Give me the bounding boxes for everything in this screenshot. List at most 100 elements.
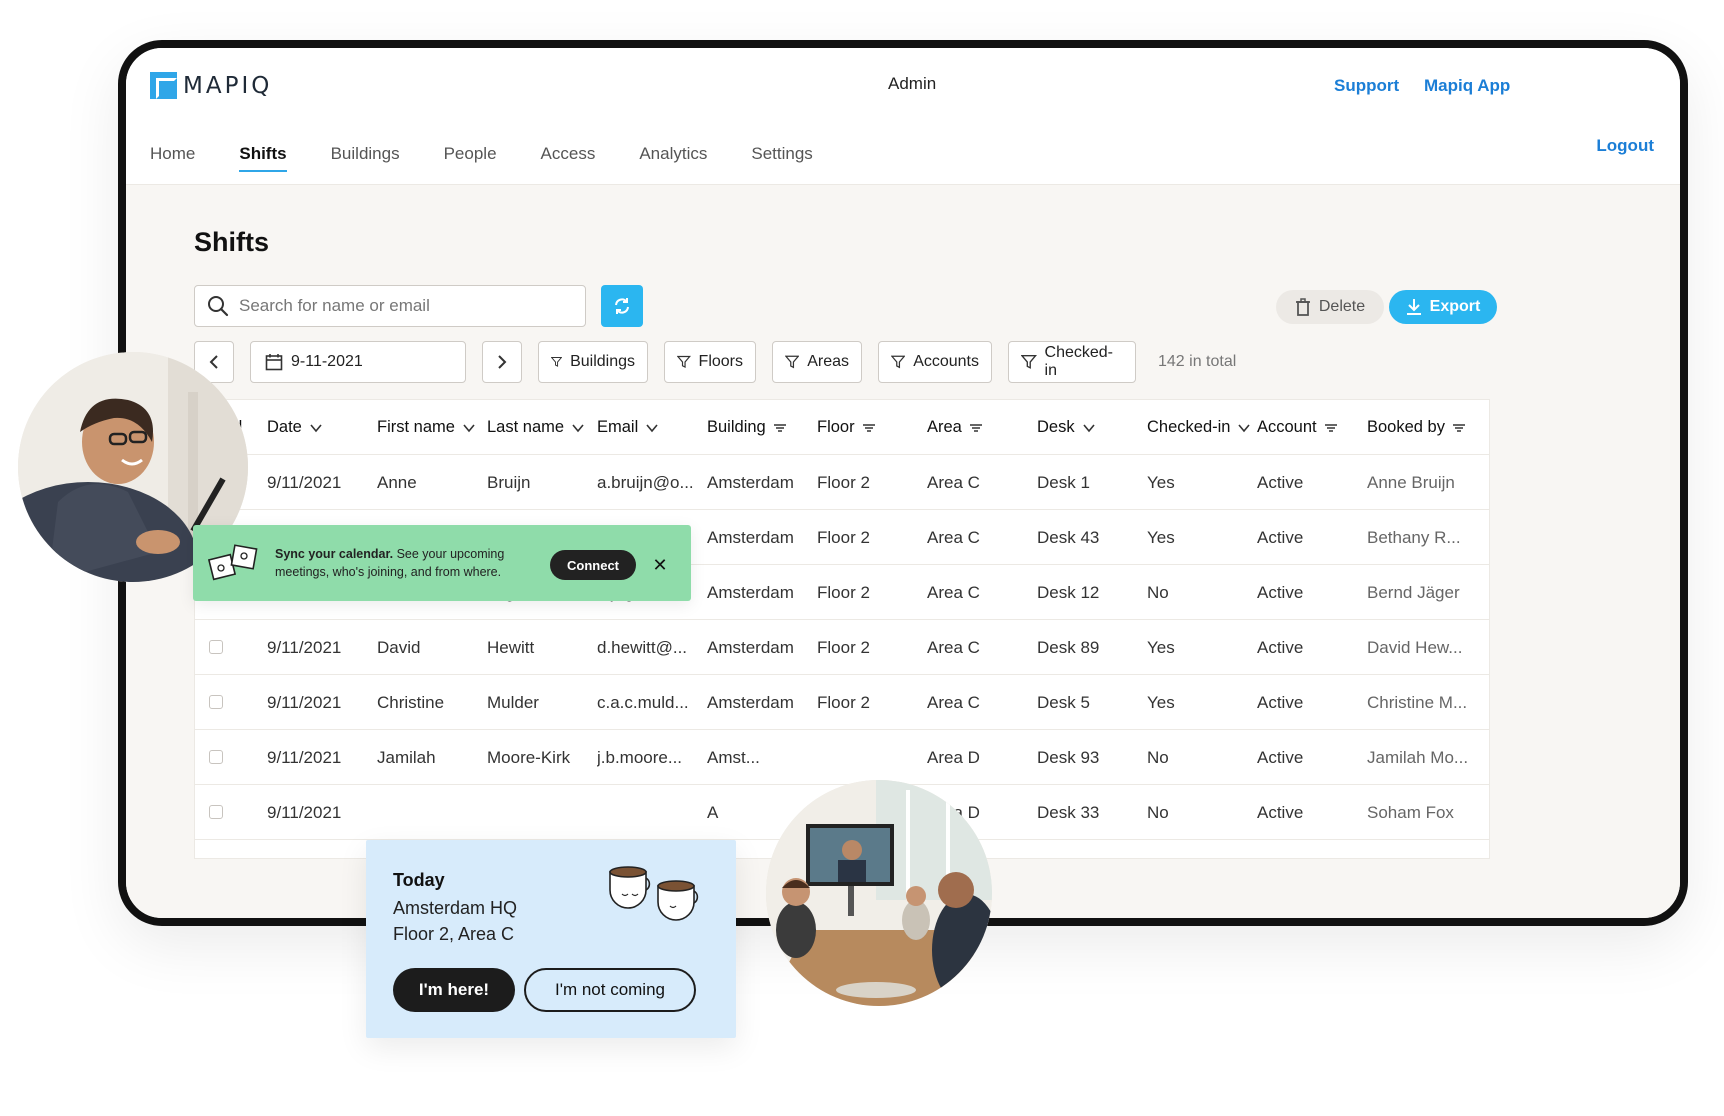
table-cell xyxy=(597,785,697,840)
table-cell: Desk 1 xyxy=(1037,472,1090,492)
table-cell: Anne Bruijn xyxy=(1367,472,1455,492)
column-header-label: Last name xyxy=(487,418,565,436)
table-cell: Active xyxy=(1257,527,1304,547)
table-cell: Active xyxy=(1257,747,1304,767)
table-cell: David xyxy=(377,637,421,657)
table-cell xyxy=(487,785,593,840)
funnel-icon xyxy=(785,355,800,369)
close-icon[interactable]: ✕ xyxy=(645,550,675,580)
column-header[interactable]: Desk xyxy=(1037,400,1143,455)
filter-lines-icon xyxy=(773,423,786,432)
table-cell: No xyxy=(1147,802,1169,822)
filter-floors[interactable]: Floors xyxy=(664,341,756,383)
column-header[interactable]: Booked by xyxy=(1367,400,1485,455)
column-header[interactable]: Email xyxy=(597,400,697,455)
download-icon xyxy=(1406,299,1421,315)
column-header-label: Building xyxy=(707,418,766,436)
funnel-icon xyxy=(891,355,906,369)
funnel-icon xyxy=(551,357,563,367)
date-value: 9-11-2021 xyxy=(291,353,363,370)
column-header[interactable]: Floor xyxy=(817,400,923,455)
checkin-location: Amsterdam HQ xyxy=(393,898,518,918)
support-link[interactable]: Support xyxy=(1334,76,1399,96)
table-cell: Mulder xyxy=(487,692,539,712)
filter-buildings[interactable]: Buildings xyxy=(538,341,648,383)
mapiq-app-link[interactable]: Mapiq App xyxy=(1424,76,1510,96)
table-cell: Christine xyxy=(377,692,445,712)
column-header-label: Floor xyxy=(817,418,855,436)
table-cell: Floor 2 xyxy=(817,472,870,492)
main-nav: Home Shifts Buildings People Access Anal… xyxy=(150,144,857,172)
nav-access[interactable]: Access xyxy=(541,144,596,172)
table-row[interactable]: 9/11/2021 Jamilah Moore-Kirk j.b.moore... Am… xyxy=(195,730,1489,785)
logout-link[interactable]: Logout xyxy=(1596,136,1654,156)
column-header[interactable]: Building xyxy=(707,400,813,455)
table-cell: Yes xyxy=(1147,527,1175,547)
next-date-button[interactable] xyxy=(482,341,522,383)
not-coming-button[interactable]: I'm not coming xyxy=(524,968,696,1012)
row-checkbox[interactable] xyxy=(209,695,223,709)
table-cell: Anne xyxy=(377,472,417,492)
delete-button[interactable]: Delete xyxy=(1276,290,1384,324)
column-header[interactable]: Account xyxy=(1257,400,1363,455)
nav-shifts[interactable]: Shifts xyxy=(239,144,287,172)
logo[interactable]: MAPIQ xyxy=(150,72,272,99)
search-input[interactable] xyxy=(239,296,559,316)
filter-lines-icon xyxy=(1452,423,1465,432)
trash-icon xyxy=(1295,298,1310,316)
date-picker[interactable]: 9-11-2021 xyxy=(250,341,466,383)
refresh-button[interactable] xyxy=(601,285,643,327)
calendar-icon xyxy=(265,354,283,371)
table-cell: Bruijn xyxy=(487,472,531,492)
row-checkbox[interactable] xyxy=(209,640,223,654)
table-row[interactable]: 9/11/2021 David Hewitt d.hewitt@... Amsterda… xyxy=(195,620,1489,675)
nav-buildings[interactable]: Buildings xyxy=(331,144,400,172)
filter-accounts[interactable]: Accounts xyxy=(878,341,992,383)
table-cell: Amsterdam xyxy=(707,692,794,712)
table-cell: Desk 89 xyxy=(1037,637,1100,657)
table-cell: Desk 33 xyxy=(1037,802,1100,822)
column-header[interactable]: First name xyxy=(377,400,483,455)
filter-checked-in[interactable]: Checked-in xyxy=(1008,341,1136,383)
nav-settings[interactable]: Settings xyxy=(751,144,812,172)
column-header[interactable]: Date xyxy=(267,400,373,455)
table-row[interactable]: 9/11/2021 Anne Bruijn a.bruijn@o... Amsterda… xyxy=(195,455,1489,510)
table-cell: Desk 43 xyxy=(1037,527,1100,547)
section-title: Admin xyxy=(888,74,937,93)
filter-label: Checked-in xyxy=(1044,344,1113,379)
column-header[interactable]: Checked-in xyxy=(1147,400,1253,455)
table-cell: Floor 2 xyxy=(817,527,870,547)
table-cell: Yes xyxy=(1147,637,1175,657)
column-header[interactable]: Last name xyxy=(487,400,593,455)
row-checkbox[interactable] xyxy=(209,750,223,764)
table-cell: Jamilah xyxy=(377,747,436,767)
table-cell: Jamilah Mo... xyxy=(1367,747,1469,767)
filter-lines-icon xyxy=(969,423,982,432)
im-here-button[interactable]: I'm here! xyxy=(393,968,515,1012)
page-title: Shifts xyxy=(194,227,270,257)
column-header[interactable]: Area xyxy=(927,400,1033,455)
table-cell: Yes xyxy=(1147,472,1175,492)
nav-home[interactable]: Home xyxy=(150,144,195,172)
table-row[interactable]: 9/11/2021 Christine Mulder c.a.c.muld... Ams… xyxy=(195,675,1489,730)
total-count: 142 in total xyxy=(1158,353,1237,370)
column-header-label: Date xyxy=(267,418,302,436)
table-cell: Area C xyxy=(927,527,980,547)
table-cell: Soham Fox xyxy=(1367,802,1454,822)
table-cell: Area C xyxy=(927,637,980,657)
filter-areas[interactable]: Areas xyxy=(772,341,862,383)
export-button[interactable]: Export xyxy=(1389,290,1497,324)
row-checkbox[interactable] xyxy=(209,805,223,819)
table-cell: 9/11/2021 xyxy=(267,747,342,767)
nav-people[interactable]: People xyxy=(444,144,497,172)
connect-button[interactable]: Connect xyxy=(550,550,636,580)
nav-analytics[interactable]: Analytics xyxy=(639,144,707,172)
chevron-down-icon xyxy=(310,423,322,432)
filter-label: Floors xyxy=(698,353,743,370)
toast-title: Sync your calendar. xyxy=(275,547,394,561)
table-cell: David Hew... xyxy=(1367,637,1463,657)
photo-meeting-room xyxy=(766,780,992,1006)
table-cell: 9/11/2021 xyxy=(267,692,342,712)
table-cell: Area C xyxy=(927,582,980,602)
table-cell: Bethany R... xyxy=(1367,527,1461,547)
